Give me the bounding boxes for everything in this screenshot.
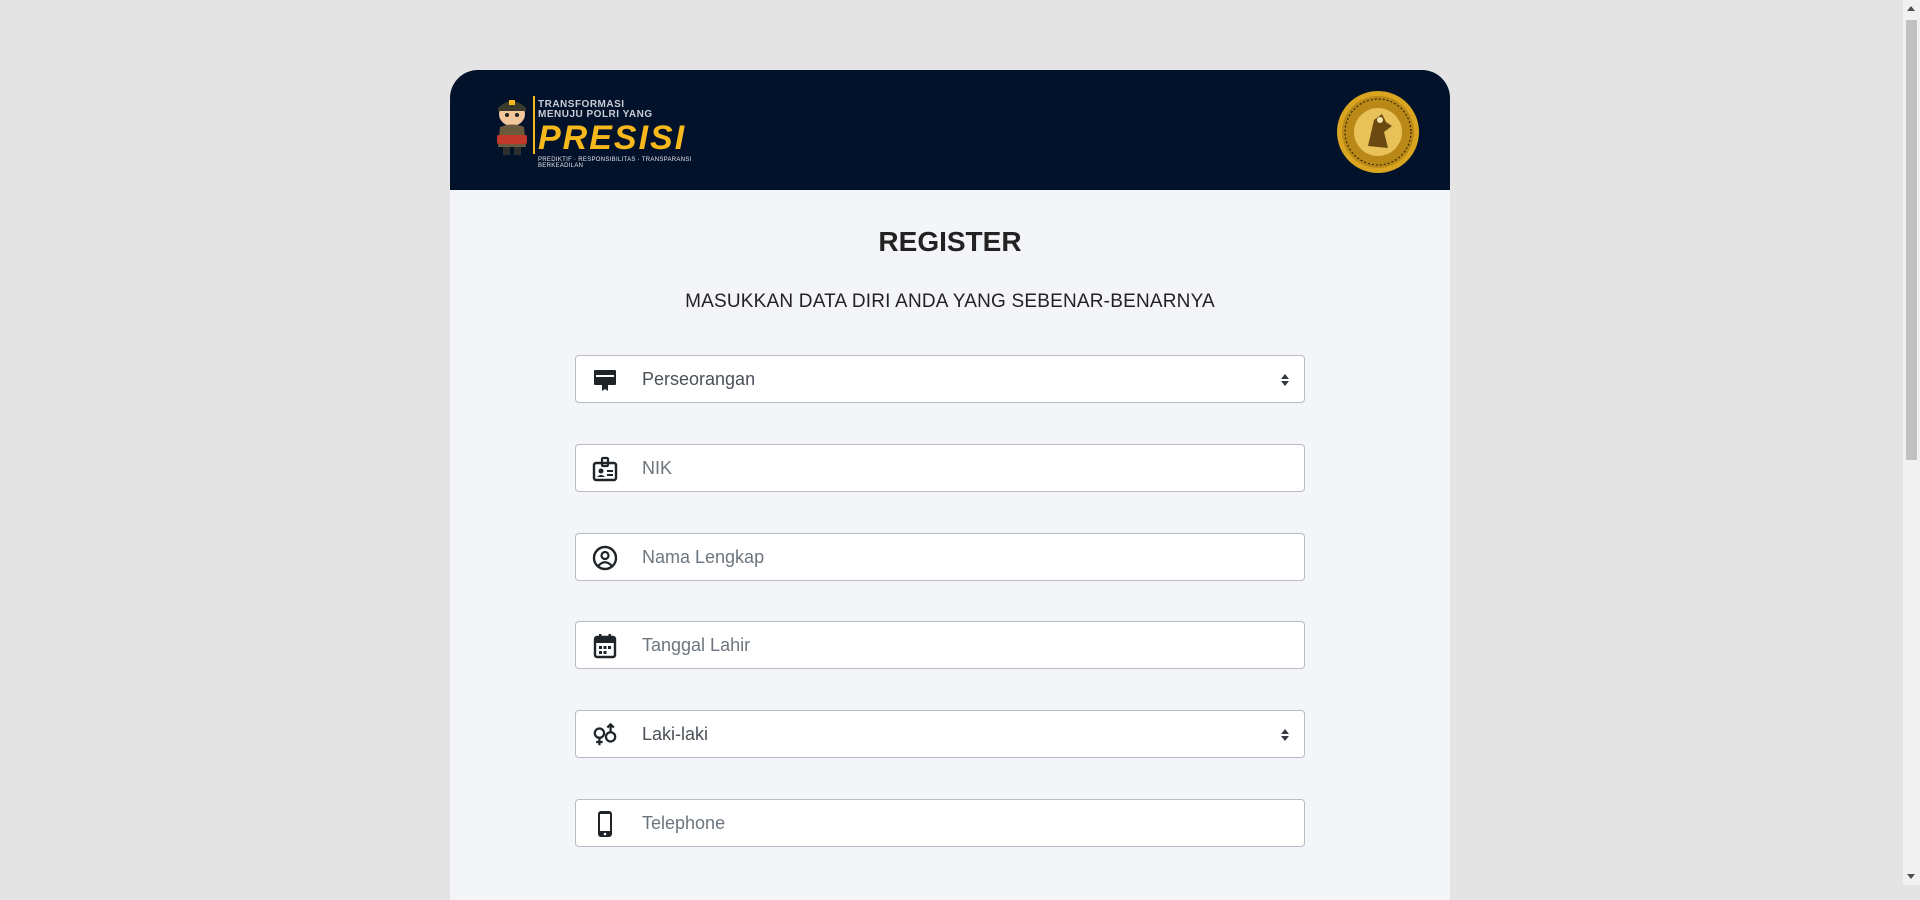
- user-circle-icon: [592, 545, 618, 571]
- scrollbar-thumb[interactable]: [1906, 20, 1917, 460]
- nik-input[interactable]: [642, 445, 1242, 491]
- gender-value: Laki-laki: [642, 724, 709, 744]
- scroll-down-icon[interactable]: [1907, 874, 1915, 879]
- birth-date-field[interactable]: [575, 621, 1305, 669]
- gender-icon: [592, 722, 618, 748]
- calendar-icon: [592, 633, 618, 659]
- police-seal-icon: [1337, 91, 1419, 173]
- phone-icon: [592, 811, 618, 837]
- registrant-type-value: Perseorangan: [642, 369, 756, 389]
- header-banner: TRANSFORMASI MENUJU POLRI YANG PRESISI P…: [450, 70, 1450, 190]
- logo-text: TRANSFORMASI MENUJU POLRI YANG PRESISI P…: [538, 100, 730, 170]
- police-mascot-icon: [497, 100, 527, 155]
- badge-icon: [592, 456, 618, 482]
- birth-date-input[interactable]: [642, 622, 1242, 668]
- nik-field[interactable]: [575, 444, 1305, 492]
- page-scrollbar[interactable]: [1903, 0, 1920, 885]
- scroll-up-icon[interactable]: [1907, 6, 1915, 11]
- logo-divider: [533, 96, 535, 154]
- telephone-input[interactable]: [642, 800, 1242, 846]
- telephone-field[interactable]: [575, 799, 1305, 847]
- select-arrows-icon: [1281, 374, 1289, 386]
- id-card-icon: [592, 367, 618, 393]
- page-title: REGISTER: [878, 226, 1022, 257]
- logo-tagline: PREDIKTIF · RESPONSIBILITAS · TRANSPARAN…: [538, 157, 692, 169]
- full-name-field[interactable]: [575, 533, 1305, 581]
- logo-word: PRESISI: [538, 119, 687, 157]
- select-arrows-icon: [1281, 729, 1289, 741]
- page-subtitle: MASUKKAN DATA DIRI ANDA YANG SEBENAR-BEN…: [685, 291, 1215, 312]
- gender-select[interactable]: Laki-laki: [575, 710, 1305, 758]
- register-card: TRANSFORMASI MENUJU POLRI YANG PRESISI P…: [450, 70, 1450, 900]
- full-name-input[interactable]: [642, 534, 1242, 580]
- registrant-type-select[interactable]: Perseorangan: [575, 355, 1305, 403]
- presisi-logo: TRANSFORMASI MENUJU POLRI YANG PRESISI P…: [490, 92, 730, 169]
